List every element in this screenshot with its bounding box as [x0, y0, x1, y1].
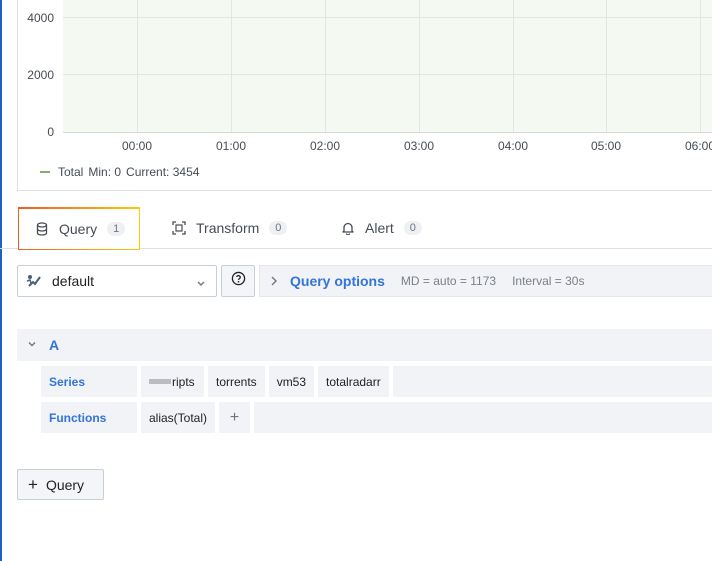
x-tick-label: 02:00 [310, 139, 341, 153]
plot-area[interactable] [63, 0, 712, 133]
grid-line [513, 0, 514, 132]
grid-line [606, 0, 607, 132]
tab-alert-label: Alert [365, 220, 394, 236]
question-circle-icon [231, 271, 246, 291]
series-segment[interactable]: ripts [141, 366, 204, 397]
grid-line [63, 74, 712, 75]
tab-query-label: Query [59, 221, 98, 237]
x-tick-label: 04:00 [498, 139, 529, 153]
series-label: Series [41, 366, 137, 397]
grid-line [231, 0, 232, 132]
redacted-text [149, 379, 171, 384]
active-tab-indicator [18, 207, 140, 209]
legend-swatch [40, 171, 50, 173]
y-tick-label: 0 [47, 125, 54, 139]
query-a-letter: A [49, 337, 60, 353]
query-options-interval: Interval = 30s [512, 274, 585, 288]
x-tick-label: 05:00 [591, 139, 622, 153]
query-options-title[interactable]: Query options [290, 273, 385, 289]
functions-row: Functions alias(Total) + [41, 402, 712, 433]
graph-legend: Total Min: 0 Current: 3454 [40, 165, 199, 179]
x-tick-label: 03:00 [404, 139, 435, 153]
tab-query[interactable]: Query 1 [18, 207, 140, 250]
query-options-md: MD = auto = 1173 [400, 274, 497, 288]
y-tick-label: 2000 [27, 68, 54, 82]
legend-min: Min: 0 [88, 165, 122, 179]
grid-line [137, 0, 138, 132]
functions-row-filler [254, 402, 712, 433]
tab-transform-label: Transform [196, 220, 260, 236]
query-options-bar[interactable]: Query options MD = auto = 1173 Interval … [259, 265, 712, 297]
tab-alert[interactable]: Alert 0 [325, 207, 438, 249]
chevron-down-icon[interactable] [27, 336, 37, 354]
y-tick-label: 4000 [27, 11, 54, 25]
chevron-down-icon [196, 275, 206, 291]
series-row-filler [392, 366, 712, 397]
tab-alert-count: 0 [403, 221, 422, 235]
add-function-button[interactable]: + [219, 402, 251, 433]
bell-icon [341, 221, 355, 235]
plus-icon: + [28, 474, 38, 494]
left-edge-border [0, 0, 2, 561]
x-tick-label: 06:00 [685, 139, 712, 153]
query-a-header[interactable]: A [17, 329, 712, 361]
series-segment[interactable]: torrents [208, 366, 265, 397]
transform-icon [172, 221, 186, 235]
grid-line [700, 0, 701, 132]
graphite-logo-icon [26, 273, 42, 289]
chevron-right-icon [270, 276, 278, 286]
function-alias[interactable]: alias(Total) [141, 402, 216, 433]
series-segment[interactable]: vm53 [268, 366, 315, 397]
graph-panel: 4000 2000 0 00:00 01:00 02:00 03:00 04:0… [17, 0, 712, 191]
add-query-button[interactable]: + Query [17, 469, 104, 500]
datasource-name: default [52, 273, 95, 289]
series-row: Series ripts torrents vm53 totalradarr [41, 366, 712, 397]
tab-transform-count: 0 [269, 221, 288, 235]
x-tick-label: 01:00 [216, 139, 247, 153]
series-segment[interactable]: totalradarr [318, 366, 389, 397]
add-query-label: Query [45, 476, 85, 493]
grid-line [325, 0, 326, 132]
editor-tabs: Query 1 Transform 0 Alert 0 [0, 207, 712, 250]
x-tick-label: 00:00 [122, 139, 153, 153]
legend-series-name[interactable]: Total [58, 165, 83, 179]
legend-current: Current: 3454 [126, 165, 200, 179]
functions-label: Functions [41, 402, 137, 433]
help-button[interactable] [221, 265, 255, 297]
grid-line [63, 17, 712, 18]
tab-transform[interactable]: Transform 0 [156, 207, 303, 249]
tab-query-count: 1 [107, 222, 126, 236]
datasource-picker[interactable]: default [17, 265, 217, 297]
database-icon [35, 222, 49, 236]
grid-line [419, 0, 420, 132]
